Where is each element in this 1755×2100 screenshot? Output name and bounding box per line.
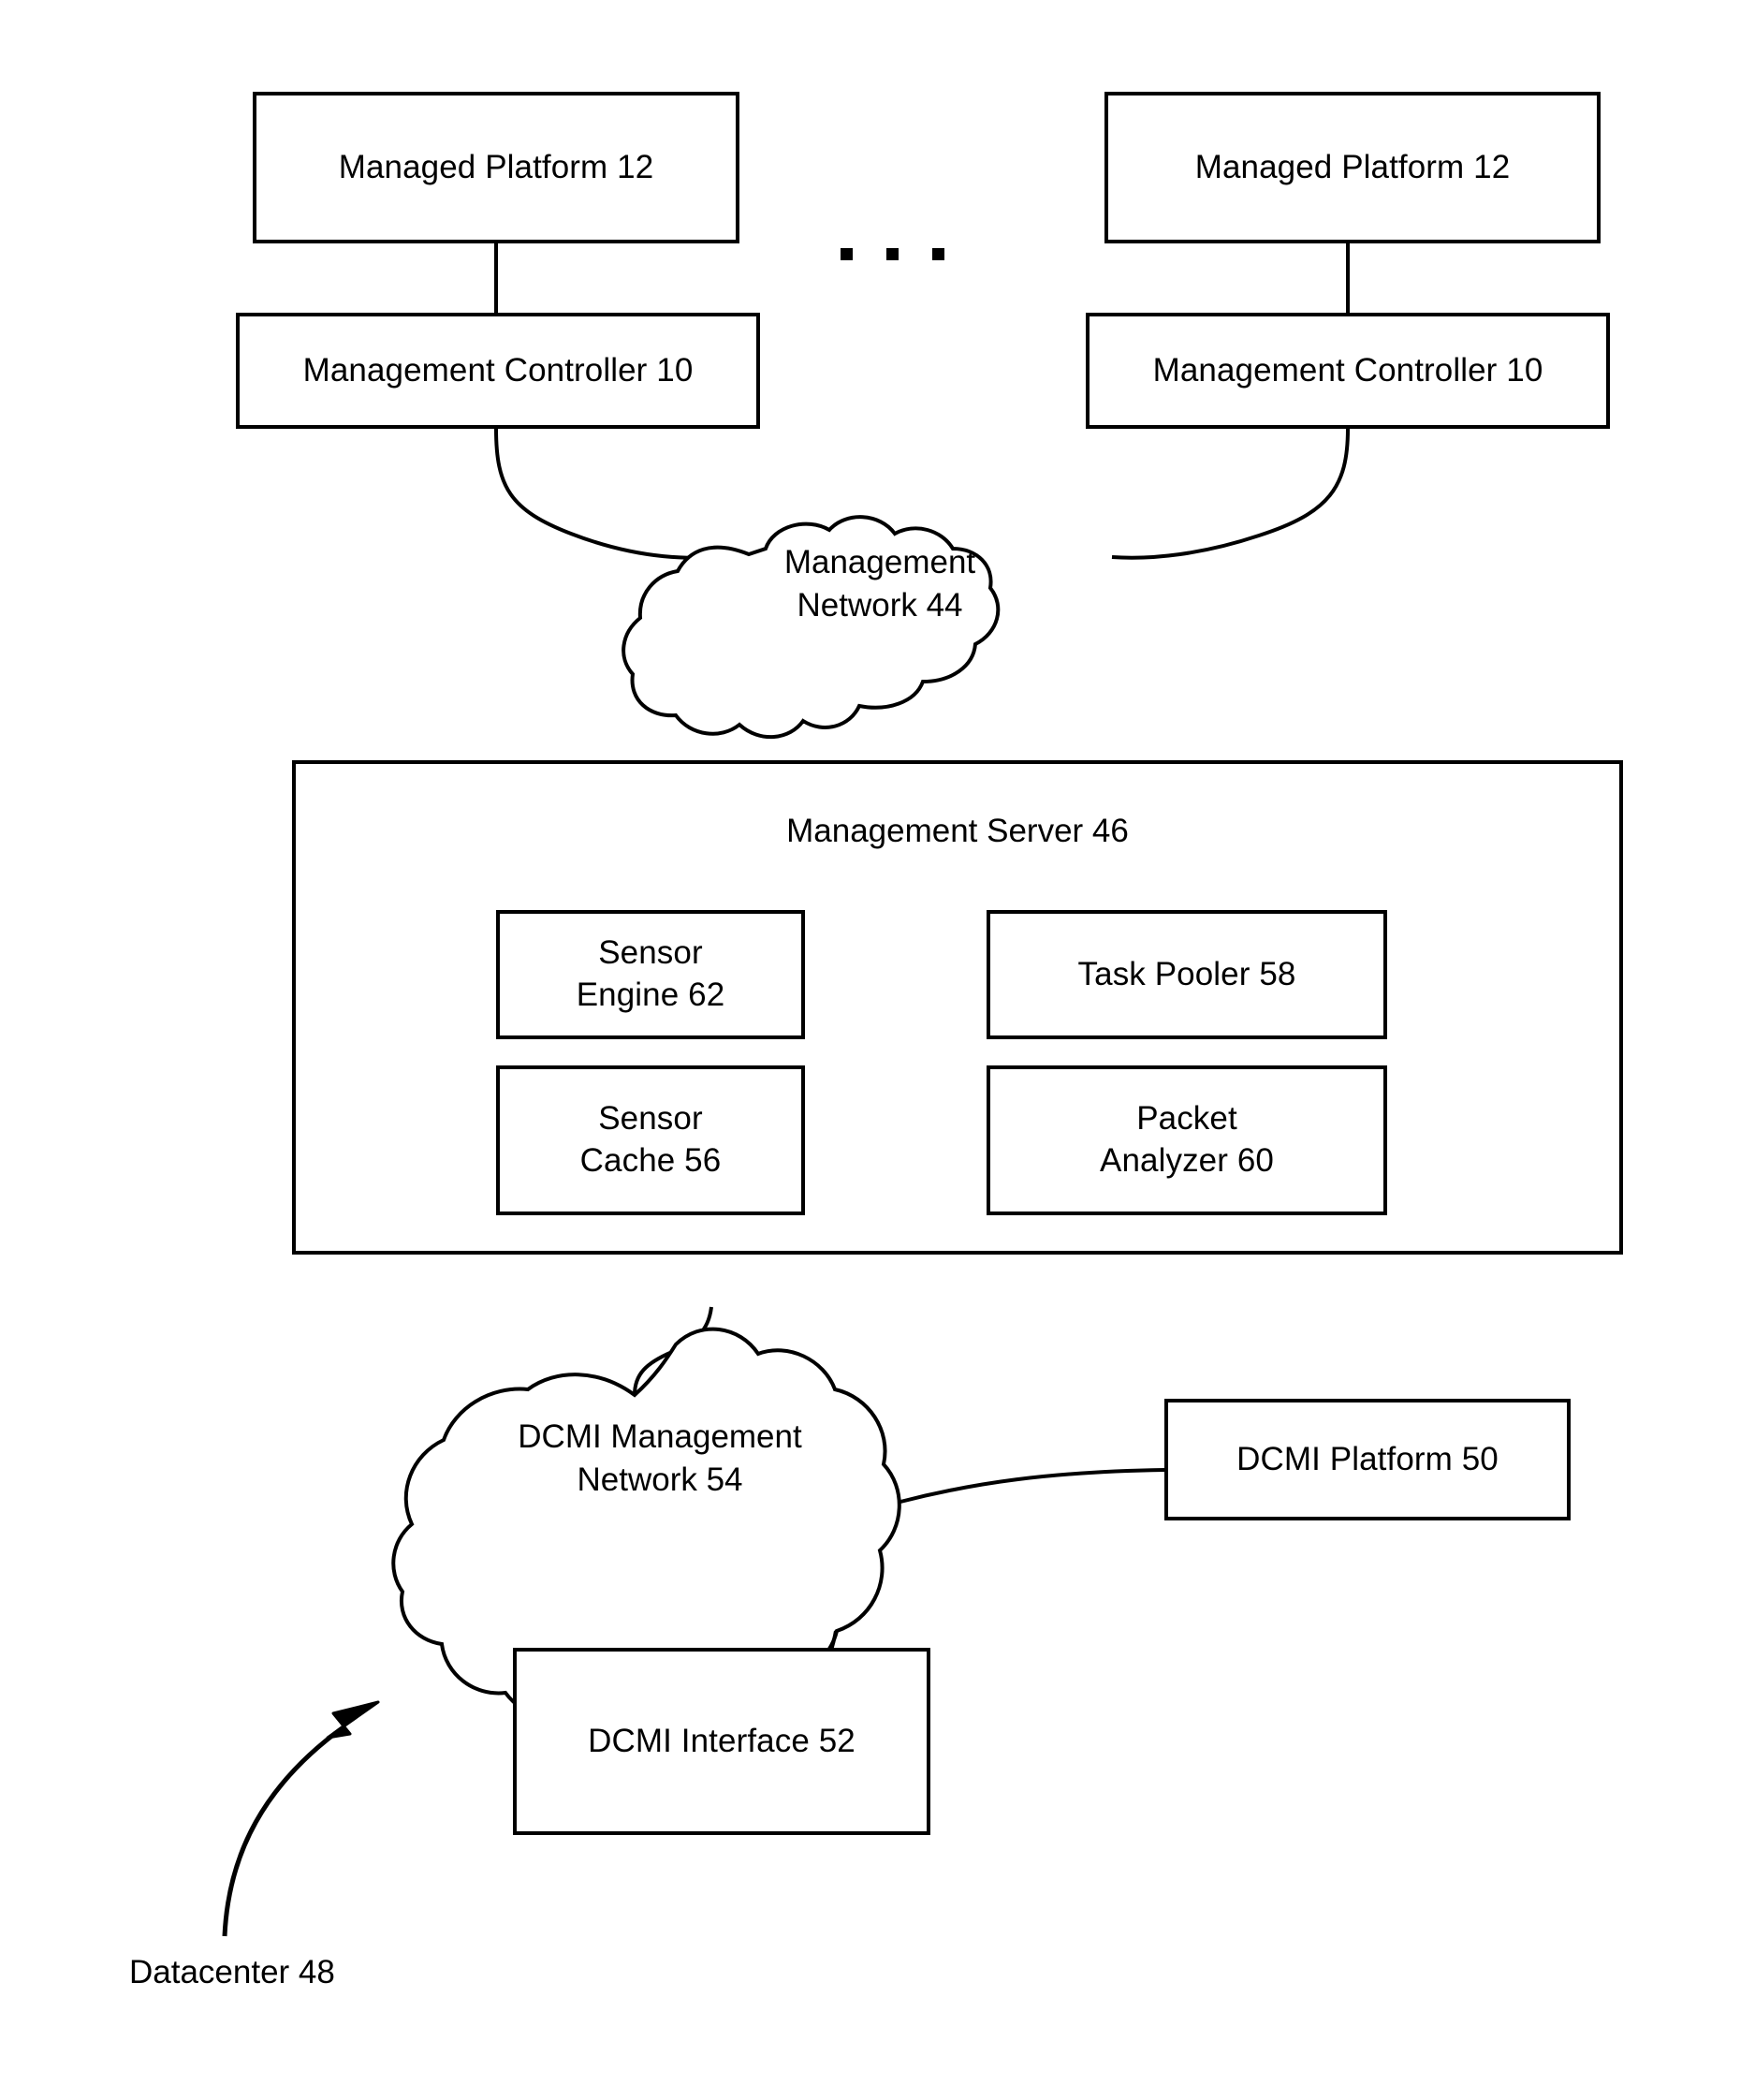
dcmi-interface-label: DCMI Interface 52	[588, 1722, 856, 1759]
managed-platform-right-box[interactable]: Managed Platform 12	[1104, 92, 1601, 243]
dcmi-platform-label: DCMI Platform 50	[1236, 1440, 1499, 1477]
dcmi-management-network-cloud-label: DCMI Management Network 54	[518, 1418, 802, 1499]
management-controller-right-label: Management Controller 10	[1152, 351, 1543, 389]
dcmi-interface-box[interactable]: DCMI Interface 52	[513, 1648, 930, 1835]
connector-dcmi-network-to-platform	[899, 1468, 1165, 1504]
sensor-engine-label: Sensor Engine 62	[576, 934, 725, 1013]
management-controller-right-box[interactable]: Management Controller 10	[1086, 313, 1610, 429]
management-controller-left-label: Management Controller 10	[302, 351, 694, 389]
ellipsis-dot	[932, 248, 944, 260]
packet-analyzer-label: Packet Analyzer 60	[1100, 1100, 1274, 1179]
managed-platform-right-label: Managed Platform 12	[1194, 148, 1511, 185]
datacenter-callout-arrow-line	[222, 1724, 346, 1937]
ellipsis-dot	[886, 248, 899, 260]
datacenter-callout-arrow-head	[326, 1700, 380, 1740]
management-controller-left-box[interactable]: Management Controller 10	[236, 313, 760, 429]
packet-analyzer-box[interactable]: Packet Analyzer 60	[987, 1065, 1387, 1215]
managed-platform-left-box[interactable]: Managed Platform 12	[253, 92, 739, 243]
managed-platform-left-label: Managed Platform 12	[338, 148, 654, 185]
sensor-cache-box[interactable]: Sensor Cache 56	[496, 1065, 805, 1215]
sensor-engine-box[interactable]: Sensor Engine 62	[496, 910, 805, 1039]
sensor-cache-label: Sensor Cache 56	[579, 1100, 722, 1179]
management-server-title: Management Server 46	[786, 813, 1129, 849]
ellipsis-dot	[841, 248, 853, 260]
connector-left-controller-to-network	[494, 428, 750, 560]
patent-figure: Managed Platform 12 Managed Platform 12 …	[0, 0, 1755, 2100]
dcmi-platform-box[interactable]: DCMI Platform 50	[1164, 1399, 1571, 1520]
management-network-cloud-label: Management Network 44	[783, 544, 976, 624]
connector-right-controller-to-network	[1111, 428, 1350, 560]
task-pooler-label: Task Pooler 58	[1077, 955, 1296, 992]
task-pooler-box[interactable]: Task Pooler 58	[987, 910, 1387, 1039]
ellipsis-indicator	[841, 248, 944, 260]
datacenter-callout-label: Datacenter 48	[129, 1954, 335, 1990]
